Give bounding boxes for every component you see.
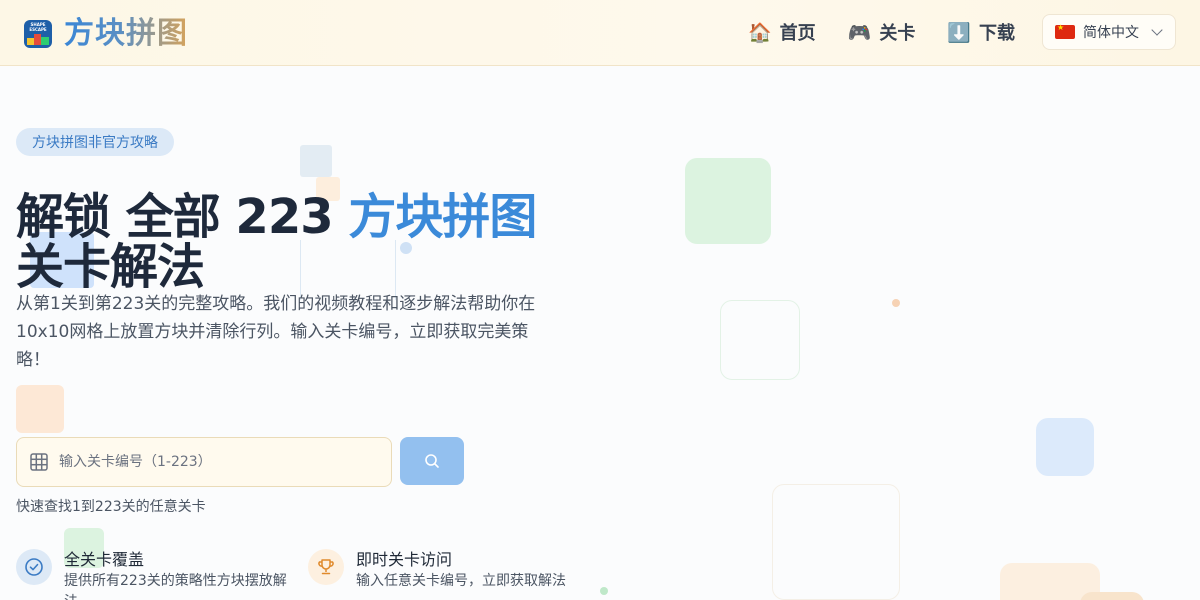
feature-icon-wrap [308,549,344,585]
nav-levels-label: 关卡 [879,23,916,44]
hero-badge: 方块拼图非官方攻略 [16,128,174,156]
feature-title: 即时关卡访问 [356,550,453,569]
trophy-icon [318,559,334,575]
decorative-block [16,385,64,433]
nav-download-label: 下载 [979,23,1016,44]
hero-title-accent: 方块拼图 [348,189,537,245]
nav-home[interactable]: 🏠 首页 [748,19,816,45]
gamepad-icon: 🎮 [847,21,872,44]
decorative-dot [600,587,608,595]
decorative-block [772,484,900,600]
download-icon: ⬇️ [947,21,972,44]
hero-title: 解锁 全部 223 方块拼图 关卡解法 [16,192,596,292]
language-label: 简体中文 [1083,25,1139,41]
china-flag-icon [1055,23,1075,39]
site-title[interactable]: 方块拼图 [64,17,188,51]
main-nav: 🏠 首页 🎮 关卡 ⬇️ 下载 [748,19,1047,45]
search-icon [425,454,439,468]
hero-title-part1: 解锁 全部 223 [16,189,349,245]
decorative-block [1080,592,1144,600]
hero-description: 从第1关到第223关的完整攻略。我们的视频教程和逐步解法帮助你在10x10网格上… [16,294,536,370]
hero-title-part2: 关卡解法 [16,239,205,295]
check-circle-icon [25,558,43,576]
decorative-block [300,145,332,177]
feature-icon-wrap [16,549,52,585]
logo[interactable]: SHAPE ESCAPE 方块拼图 [24,17,188,51]
feature-description: 提供所有223关的策略性方块摆放解法 [64,573,287,600]
search-button[interactable] [400,437,464,485]
level-search-box [16,437,392,487]
feature-description: 输入任意关卡编号，立即获取解法 [356,573,566,589]
decorative-block [720,300,800,380]
chevron-down-icon [1151,24,1163,36]
search-hint: 快速查找1到223关的任意关卡 [16,499,206,515]
nav-home-label: 首页 [779,23,816,44]
nav-download[interactable]: ⬇️ 下载 [947,19,1015,45]
decorative-block [1036,418,1094,476]
nav-levels[interactable]: 🎮 关卡 [848,19,916,45]
logo-text: SHAPE ESCAPE [29,22,47,32]
feature-item: 即时关卡访问 输入任意关卡编号，立即获取解法 [308,549,582,592]
decorative-block [685,158,771,244]
level-search-input[interactable] [59,454,359,470]
site-header: SHAPE ESCAPE 方块拼图 🏠 首页 🎮 关卡 ⬇️ 下载 简体中文 [0,0,1200,66]
language-selector[interactable]: 简体中文 [1042,14,1176,50]
decorative-dot [892,299,900,307]
grid-icon [30,453,48,471]
feature-title: 全关卡覆盖 [64,550,145,569]
logo-icon: SHAPE ESCAPE [24,20,52,48]
home-icon: 🏠 [748,21,772,44]
feature-item: 全关卡覆盖 提供所有223关的策略性方块摆放解法 [16,549,290,600]
